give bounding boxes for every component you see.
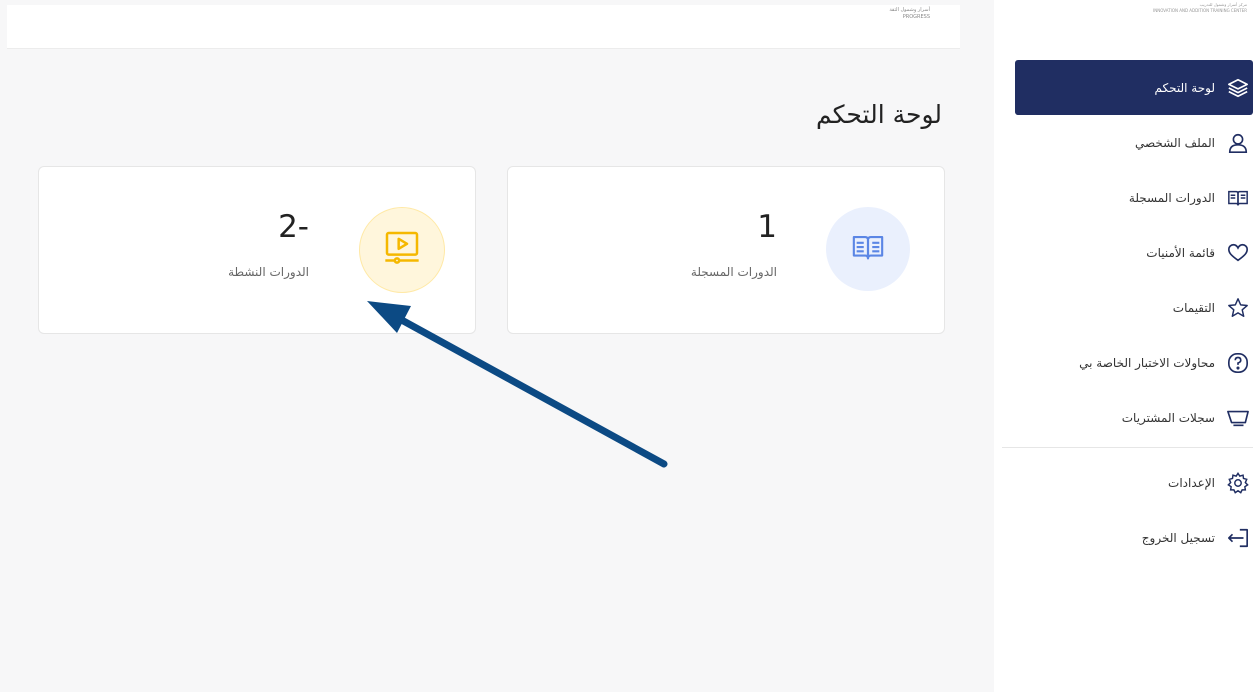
annotation-arrow [367, 301, 668, 468]
